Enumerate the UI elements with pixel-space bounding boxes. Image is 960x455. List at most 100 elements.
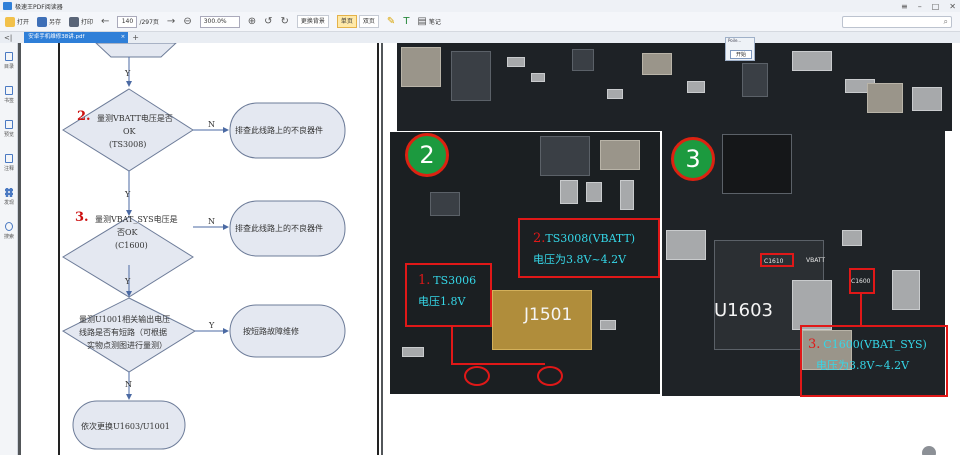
c1600-highlight	[849, 268, 875, 294]
document-tab[interactable]: 安卓手机维修38讲.pdf ×	[24, 32, 129, 43]
decision-text: 量测U1001相关输出电压	[79, 314, 170, 324]
left-sidebar: 目录 书签 预览 注释 发现 搜索	[0, 43, 18, 455]
search-icon: ⌕	[943, 17, 948, 26]
collapse-sidebar-icon[interactable]: <|	[4, 34, 12, 42]
folder-icon	[5, 16, 15, 27]
save-as-button[interactable]: 另存	[37, 16, 61, 27]
sidebar-item-bookmark[interactable]: 书签	[0, 79, 18, 111]
no-label: N	[208, 217, 215, 226]
app-logo-icon	[3, 2, 12, 10]
next-page-button[interactable]: →	[167, 16, 175, 27]
yes-label: Y	[208, 321, 215, 330]
final-text: 依次更换U1603/U1001	[81, 421, 170, 431]
decision-text: 量测VBATT电压是否	[97, 113, 173, 123]
sidebar-item-annotation[interactable]: 注释	[0, 147, 18, 179]
j1501-label: J1501	[524, 305, 573, 325]
bookmark-icon	[5, 86, 13, 95]
annotation-icon	[5, 154, 13, 163]
sidebar-item-discover[interactable]: 发现	[0, 181, 18, 213]
yes-label: Y	[124, 277, 131, 286]
background-select[interactable]: 更换背景	[296, 15, 329, 28]
annotation-1: 1. TS3006 电压1.8V	[418, 273, 477, 308]
main-toolbar: 打开 另存 打印 ← 140 /297页 → ⊖ 300.0% ⊕ ↺ ↻ 更换…	[0, 12, 960, 32]
popup-title: Poile...	[728, 38, 742, 43]
sidebar-item-search[interactable]: 搜索	[0, 215, 18, 247]
discover-icon	[5, 188, 13, 197]
zoom-select[interactable]: 300.0%	[199, 15, 240, 28]
outcome-text: 排查此线路上的不良器件	[235, 223, 323, 233]
print-button[interactable]: 打印	[69, 16, 93, 27]
note-button[interactable]: ▤ 笔记	[417, 16, 440, 27]
zoom-in-icon: ⊕	[247, 16, 257, 27]
rotate-left-icon: ↺	[264, 16, 273, 27]
window-controls: ≡ – □ ✕	[901, 0, 956, 12]
new-tab-button[interactable]: +	[132, 33, 139, 42]
zoom-in-button[interactable]: ⊕	[248, 16, 256, 27]
zoom-out-button[interactable]: ⊖	[183, 16, 191, 27]
preview-icon	[5, 120, 13, 129]
connector-line	[451, 327, 453, 365]
single-page-button[interactable]: 单页	[336, 15, 357, 28]
u1603-label: U1603	[714, 300, 773, 321]
rotate-right-icon: ↻	[280, 16, 289, 27]
tab-bar: <| 安卓手机维修38讲.pdf × +	[0, 32, 960, 43]
open-button[interactable]: 打开	[5, 16, 29, 27]
decision-text: 线路是否有短路（可根据	[79, 327, 167, 337]
scroll-to-top-button[interactable]	[922, 446, 936, 455]
zoom-out-icon: ⊖	[183, 16, 192, 27]
connector-line	[860, 294, 862, 325]
decision-text: 量测VBAT_SYS电压是	[95, 214, 178, 224]
decision-text: OK	[123, 127, 137, 136]
search-icon	[5, 222, 13, 231]
vbatt-label: VBATT	[806, 257, 826, 264]
page-number-input[interactable]: 140	[117, 15, 138, 28]
no-label: N	[208, 120, 215, 129]
marker-2: 2	[405, 133, 449, 177]
marker-3: 3	[671, 137, 715, 181]
sidebar-item-preview[interactable]: 预览	[0, 113, 18, 145]
close-tab-icon[interactable]: ×	[121, 32, 126, 43]
minimize-icon[interactable]: –	[918, 2, 922, 11]
decision-text: 实物点测图进行量测）	[87, 340, 167, 350]
c1610-highlight	[760, 253, 794, 267]
arrow-right-icon: →	[166, 16, 176, 27]
step-number: 2.	[77, 109, 91, 124]
title-bar: 极速王PDF阅读器 ≡ – □ ✕	[0, 0, 960, 12]
decision-text: (TS3008)	[109, 140, 146, 149]
sidebar-item-toc[interactable]: 目录	[0, 45, 18, 77]
annotation-2: 2.TS3008(VBATT) 电压为3.8V~4.2V	[533, 231, 636, 266]
window-title: 极速王PDF阅读器	[15, 3, 63, 11]
yes-label: Y	[124, 190, 131, 199]
note-icon: ▤	[417, 16, 427, 27]
close-icon[interactable]: ✕	[949, 2, 956, 11]
step-number: 3.	[75, 210, 89, 225]
outcome-text: 按短路故障维修	[243, 326, 299, 336]
printer-icon	[69, 16, 80, 27]
annotation-3: 3. C1600(VBAT_SYS) 电压为3.8V~4.2V	[808, 337, 927, 372]
page-total: /297页	[139, 19, 159, 26]
floating-popup: Poile... 开始	[725, 37, 755, 61]
prev-page-button[interactable]: ←	[101, 16, 109, 27]
popup-start-button[interactable]: 开始	[730, 50, 752, 59]
connector-line	[453, 363, 545, 365]
highlighter-icon: ✎	[386, 16, 396, 27]
flowchart-partial-shape	[95, 43, 177, 58]
double-page-button[interactable]: 双页	[358, 15, 379, 28]
test-point-circle	[464, 366, 490, 386]
maximize-icon[interactable]: □	[932, 2, 940, 11]
menu-icon[interactable]: ≡	[901, 2, 908, 11]
text-tool-button[interactable]: T	[403, 16, 409, 27]
page-navigator: 140 /297页	[117, 15, 159, 28]
yes-label: Y	[124, 69, 131, 78]
outcome-text: 排查此线路上的不良器件	[235, 125, 323, 135]
arrow-left-icon: ←	[101, 16, 110, 27]
save-icon	[37, 16, 48, 27]
rotate-left-button[interactable]: ↺	[264, 16, 272, 27]
rotate-right-button[interactable]: ↻	[280, 16, 288, 27]
board-photo-top	[397, 43, 952, 131]
search-input[interactable]: ⌕	[842, 16, 952, 28]
highlight-button[interactable]: ✎	[387, 16, 395, 27]
flowchart: Y 2. 量测VBATT电压是否 OK (TS3008) N 排查此线路上的不良…	[61, 43, 346, 450]
text-icon: T	[403, 16, 410, 27]
toc-icon	[5, 52, 13, 61]
